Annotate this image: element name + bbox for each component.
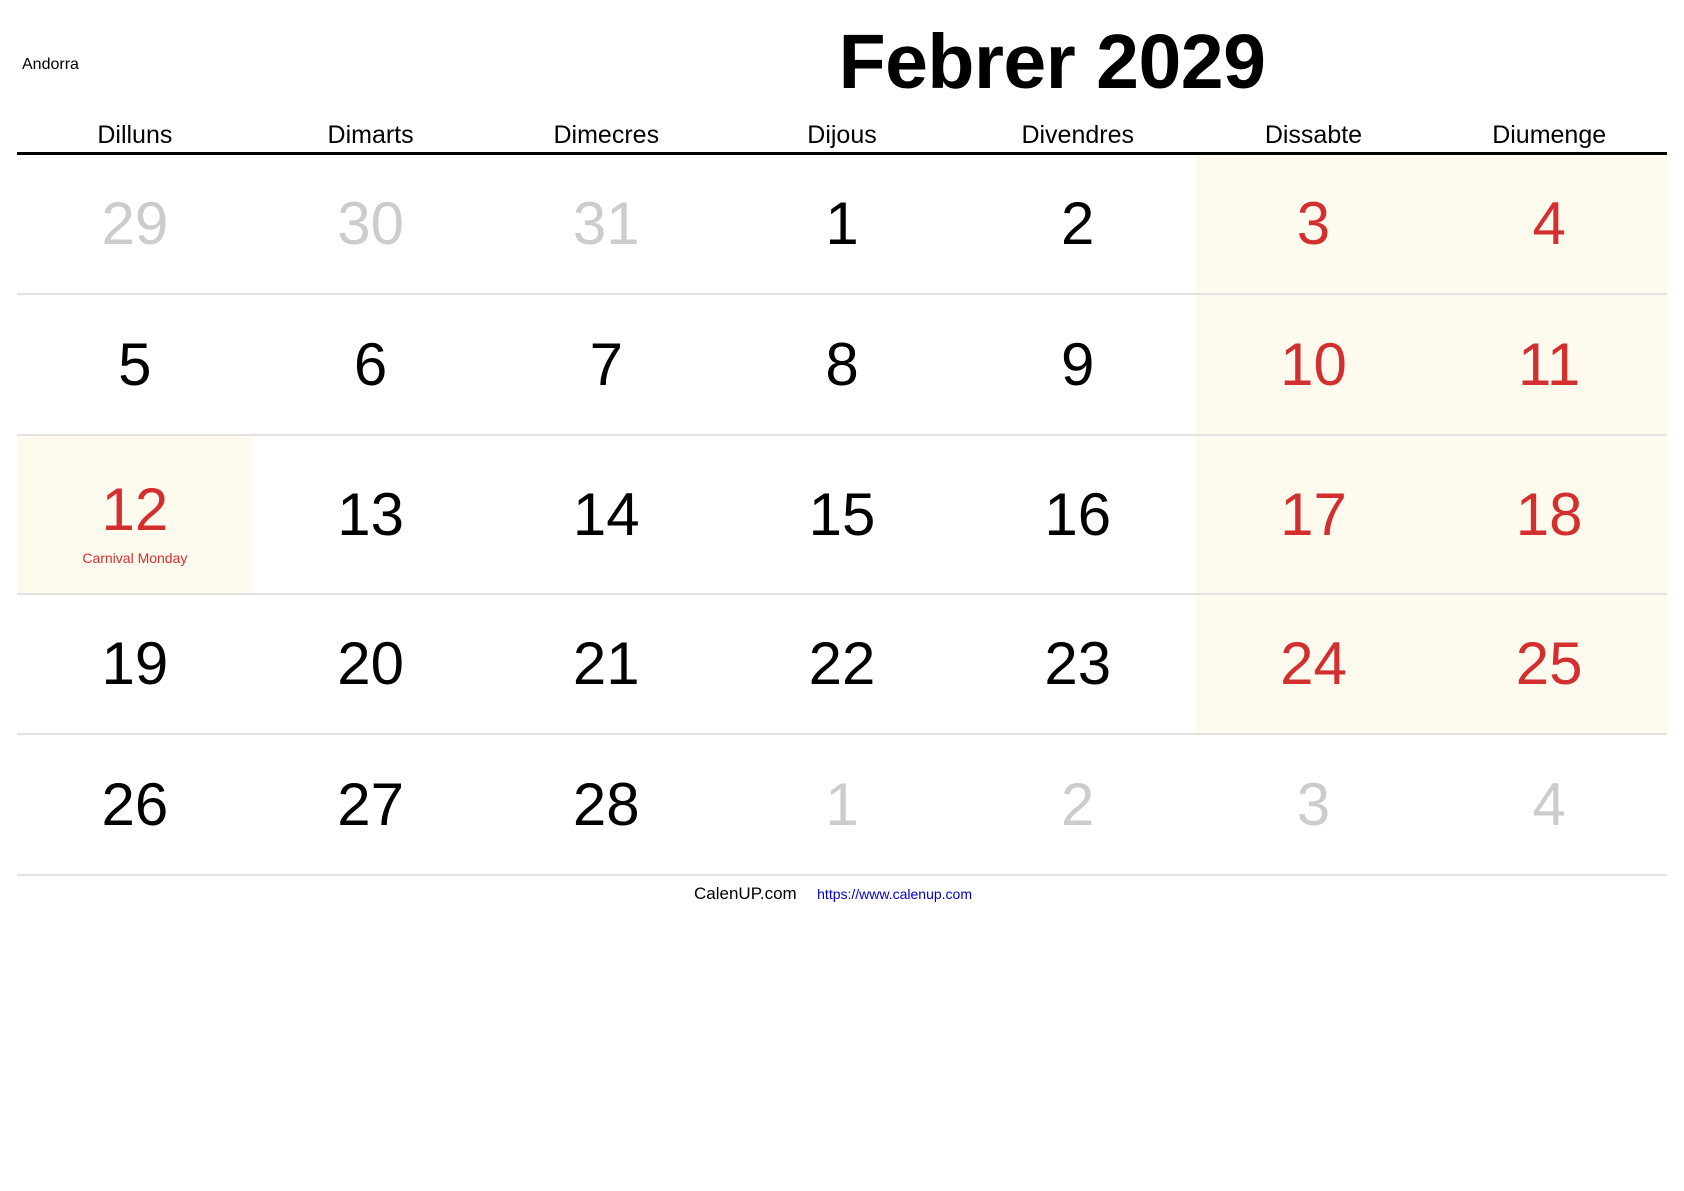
- day-number: 22: [808, 630, 876, 697]
- day-number: 18: [1515, 480, 1583, 548]
- day-number: 24: [1280, 630, 1347, 697]
- day-number: 30: [337, 190, 404, 257]
- day-number: 3: [1296, 190, 1331, 257]
- day-cell[interactable]: 17: [1195, 436, 1432, 593]
- day-number: 16: [1044, 480, 1112, 548]
- day-cell[interactable]: 6: [253, 295, 489, 434]
- weekday-friday: Divendres: [1021, 121, 1135, 149]
- day-cell[interactable]: 2: [960, 155, 1196, 293]
- day-cell-other-month[interactable]: 31: [488, 155, 724, 293]
- day-cell[interactable]: 25: [1431, 595, 1668, 733]
- day-cell[interactable]: 28: [488, 735, 724, 874]
- day-number: 29: [101, 190, 169, 257]
- day-cell[interactable]: 18: [1431, 436, 1668, 593]
- day-cell[interactable]: 26: [17, 735, 253, 874]
- day-number: 7: [589, 330, 623, 398]
- week-row: 29 30 31 1 2 3 4: [17, 155, 1668, 295]
- day-cell[interactable]: 13: [253, 436, 489, 593]
- day-number: 14: [572, 480, 640, 548]
- day-number: 5: [118, 330, 152, 398]
- day-number: 13: [337, 480, 404, 548]
- day-cell-other-month[interactable]: 4: [1431, 735, 1667, 874]
- day-cell[interactable]: 11: [1431, 295, 1668, 434]
- day-number: 4: [1532, 190, 1566, 257]
- holiday-label: Carnival Monday: [82, 550, 188, 566]
- footer-link[interactable]: https://www.calenup.com: [817, 886, 972, 902]
- day-number: 10: [1280, 330, 1347, 398]
- day-cell[interactable]: 19: [17, 595, 253, 733]
- day-number: 3: [1296, 770, 1331, 838]
- day-number: 15: [808, 480, 876, 548]
- day-cell[interactable]: 14: [488, 436, 724, 593]
- day-cell[interactable]: 7: [488, 295, 724, 434]
- week-row: 5 6 7 8 9 10 11: [17, 295, 1668, 436]
- day-number: 9: [1061, 330, 1095, 398]
- day-cell[interactable]: 20: [253, 595, 489, 733]
- day-cell[interactable]: 9: [960, 295, 1196, 434]
- day-cell[interactable]: 4: [1431, 155, 1668, 293]
- week-row: 26 27 28 1 2 3 4: [17, 735, 1667, 876]
- day-number: 6: [353, 330, 388, 398]
- day-number: 20: [337, 630, 404, 697]
- weekday-saturday: Dissabte: [1264, 121, 1363, 149]
- day-number: 28: [572, 770, 640, 838]
- day-cell[interactable]: 27: [253, 735, 489, 874]
- day-cell[interactable]: 8: [724, 295, 960, 434]
- day-cell[interactable]: 15: [724, 436, 960, 593]
- day-cell[interactable]: 10: [1195, 295, 1432, 434]
- day-number: 21: [572, 630, 640, 697]
- day-cell[interactable]: 23: [960, 595, 1196, 733]
- day-cell-other-month[interactable]: 2: [960, 735, 1196, 874]
- day-number: 19: [101, 630, 169, 697]
- weekday-wednesday: Dimecres: [553, 121, 660, 149]
- day-cell[interactable]: 21: [488, 595, 724, 733]
- day-cell[interactable]: 24: [1195, 595, 1432, 733]
- day-number: 26: [101, 770, 169, 838]
- day-cell-other-month[interactable]: 29: [17, 155, 253, 293]
- weekday-sunday: Diumenge: [1492, 121, 1607, 149]
- day-cell-other-month[interactable]: 3: [1196, 735, 1432, 874]
- day-cell-other-month[interactable]: 1: [724, 735, 960, 874]
- weekday-thursday: Dijous: [807, 121, 877, 149]
- day-number: 17: [1280, 480, 1347, 548]
- weekday-monday: Dilluns: [97, 121, 173, 149]
- day-number: 4: [1532, 770, 1566, 838]
- day-number: 1: [825, 190, 859, 257]
- day-cell[interactable]: 5: [17, 295, 253, 434]
- day-number: 2: [1061, 770, 1095, 838]
- day-number: 1: [825, 770, 859, 838]
- day-number: 23: [1044, 630, 1112, 697]
- day-number: 8: [825, 330, 859, 398]
- day-number: 2: [1061, 190, 1095, 257]
- day-cell-holiday[interactable]: 12 Carnival Monday: [17, 436, 253, 593]
- day-number: 31: [572, 190, 640, 257]
- weekday-tuesday: Dimarts: [327, 121, 414, 149]
- week-row: 12 Carnival Monday 13 14 15 16 17 18: [17, 436, 1668, 595]
- day-number: 27: [337, 770, 404, 838]
- day-cell[interactable]: 22: [724, 595, 960, 733]
- weekday-header: Dilluns Dimarts Dimecres Dijous Divendre…: [17, 118, 1667, 152]
- day-cell-other-month[interactable]: 30: [253, 155, 489, 293]
- day-cell[interactable]: 3: [1195, 155, 1432, 293]
- day-number: 25: [1515, 630, 1583, 697]
- day-number: 12: [101, 476, 169, 543]
- month-title: Febrer 2029: [838, 19, 1266, 105]
- day-cell[interactable]: 1: [724, 155, 960, 293]
- day-cell[interactable]: 16: [960, 436, 1196, 593]
- week-row: 19 20 21 22 23 24 25: [17, 595, 1668, 735]
- footer: CalenUP.com https://www.calenup.com: [0, 884, 1684, 904]
- day-number: 11: [1518, 330, 1581, 398]
- footer-brand: CalenUP.com: [694, 884, 797, 903]
- calendar-grid: 29 30 31 1 2 3 4 5 6 7 8 9 10 11 12 Carnival Monday 13 14…: [17, 155, 1668, 876]
